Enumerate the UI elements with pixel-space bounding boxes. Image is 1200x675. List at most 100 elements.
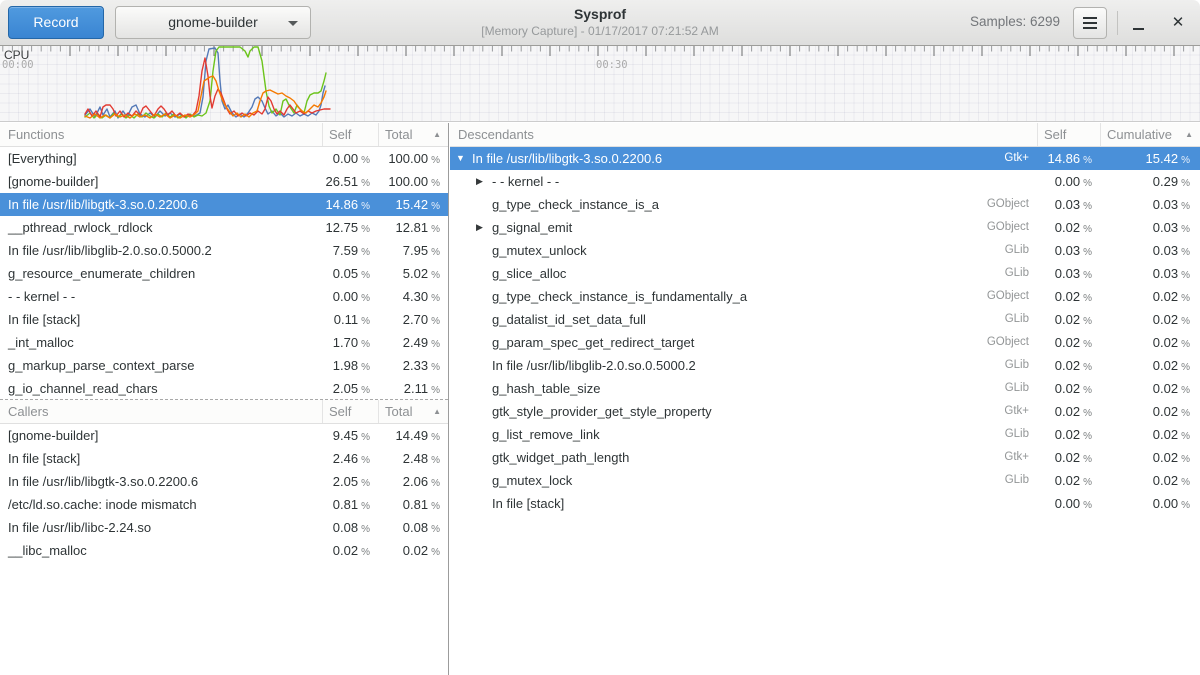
- cumulative-percent: 0.03%: [1100, 239, 1200, 262]
- self-percent: 0.11%: [322, 308, 378, 331]
- table-row[interactable]: ▼In file /usr/lib/libgtk-3.so.0.2200.6Gt…: [450, 147, 1200, 170]
- table-row[interactable]: g_mutex_unlockGLib 0.03% 0.03%: [450, 239, 1200, 262]
- function-name: ▶g_signal_emitGObject: [450, 216, 1037, 239]
- function-name: g_datalist_id_set_data_fullGLib: [450, 308, 1037, 331]
- self-percent: 0.03%: [1037, 239, 1100, 262]
- total-percent: 2.70%: [378, 308, 448, 331]
- descendants-table: ▼In file /usr/lib/libgtk-3.so.0.2200.6Gt…: [450, 147, 1200, 515]
- table-row[interactable]: g_type_check_instance_is_aGObject 0.03% …: [450, 193, 1200, 216]
- total-percent: 15.42%: [378, 193, 448, 216]
- table-row[interactable]: _int_malloc 1.70% 2.49%: [0, 331, 448, 354]
- descendants-cumulative-column-header[interactable]: Cumulative▲: [1100, 123, 1200, 146]
- total-percent: 7.95%: [378, 239, 448, 262]
- library-tag: GObject: [987, 193, 1029, 216]
- library-tag: GLib: [1005, 469, 1029, 492]
- table-row[interactable]: In file /usr/lib/libc-2.24.so 0.08% 0.08…: [0, 516, 448, 539]
- function-name: In file /usr/lib/libgtk-3.so.0.2200.6: [0, 470, 322, 493]
- expander-closed-icon[interactable]: ▶: [476, 170, 492, 193]
- table-row[interactable]: g_param_spec_get_redirect_targetGObject …: [450, 331, 1200, 354]
- function-name: - - kernel - -: [0, 285, 322, 308]
- function-name: In file /usr/lib/libglib-2.0.so.0.5000.2: [0, 239, 322, 262]
- table-row[interactable]: g_mutex_lockGLib 0.02% 0.02%: [450, 469, 1200, 492]
- table-row[interactable]: g_hash_table_sizeGLib 0.02% 0.02%: [450, 377, 1200, 400]
- self-percent: 0.02%: [1037, 308, 1100, 331]
- function-name: In file /usr/lib/libc-2.24.so: [0, 516, 322, 539]
- library-tag: GLib: [1005, 239, 1029, 262]
- table-row[interactable]: g_io_channel_read_chars 2.05% 2.11%: [0, 377, 448, 400]
- table-row[interactable]: __pthread_rwlock_rdlock 12.75% 12.81%: [0, 216, 448, 239]
- table-row[interactable]: gtk_style_provider_get_style_propertyGtk…: [450, 400, 1200, 423]
- self-percent: 0.02%: [1037, 331, 1100, 354]
- table-row[interactable]: In file /usr/lib/libglib-2.0.so.0.5000.2…: [450, 354, 1200, 377]
- table-row[interactable]: [gnome-builder] 26.51% 100.00%: [0, 170, 448, 193]
- total-percent: 2.49%: [378, 331, 448, 354]
- library-tag: GLib: [1005, 308, 1029, 331]
- total-percent: 2.48%: [378, 447, 448, 470]
- menu-button[interactable]: [1073, 7, 1107, 39]
- cumulative-percent: 0.02%: [1100, 400, 1200, 423]
- table-row[interactable]: ▶- - kernel - - 0.00% 0.29%: [450, 170, 1200, 193]
- table-row[interactable]: g_resource_enumerate_children 0.05% 5.02…: [0, 262, 448, 285]
- minimize-button[interactable]: [1124, 7, 1152, 39]
- table-row[interactable]: /etc/ld.so.cache: inode mismatch 0.81% 0…: [0, 493, 448, 516]
- table-row[interactable]: ▶g_signal_emitGObject 0.02% 0.03%: [450, 216, 1200, 239]
- cumulative-percent: 0.02%: [1100, 354, 1200, 377]
- total-percent: 5.02%: [378, 262, 448, 285]
- cpu-graph[interactable]: CPU 00:00 00:30: [0, 46, 1200, 122]
- table-row[interactable]: In file [stack] 0.11% 2.70%: [0, 308, 448, 331]
- function-name: In file [stack]: [0, 447, 322, 470]
- callers-table-header: Callers Self Total▲: [0, 400, 448, 424]
- table-row[interactable]: g_slice_allocGLib 0.03% 0.03%: [450, 262, 1200, 285]
- table-row[interactable]: __libc_malloc 0.02% 0.02%: [0, 539, 448, 562]
- self-percent: 0.02%: [1037, 377, 1100, 400]
- cumulative-percent: 0.00%: [1100, 492, 1200, 515]
- table-row[interactable]: [Everything] 0.00% 100.00%: [0, 147, 448, 170]
- self-percent: 2.05%: [322, 377, 378, 400]
- process-selector-dropdown[interactable]: gnome-builder: [115, 6, 311, 39]
- total-percent: 0.81%: [378, 493, 448, 516]
- library-tag: GObject: [987, 331, 1029, 354]
- close-button[interactable]: ✕: [1162, 7, 1194, 39]
- function-name: __libc_malloc: [0, 539, 322, 562]
- table-row[interactable]: g_type_check_instance_is_fundamentally_a…: [450, 285, 1200, 308]
- table-row[interactable]: g_markup_parse_context_parse 1.98% 2.33%: [0, 354, 448, 377]
- close-icon: ✕: [1172, 14, 1185, 31]
- table-row[interactable]: - - kernel - - 0.00% 4.30%: [0, 285, 448, 308]
- callers-column-header[interactable]: Callers: [0, 400, 322, 423]
- descendants-self-column-header[interactable]: Self: [1037, 123, 1100, 146]
- self-percent: 0.00%: [322, 147, 378, 170]
- chevron-down-icon: [288, 21, 298, 26]
- table-row[interactable]: In file /usr/lib/libgtk-3.so.0.2200.6 14…: [0, 193, 448, 216]
- self-percent: 0.02%: [1037, 285, 1100, 308]
- total-percent: 100.00%: [378, 170, 448, 193]
- self-percent: 14.86%: [1037, 147, 1100, 170]
- callers-self-column-header[interactable]: Self: [322, 400, 378, 423]
- library-tag: GLib: [1005, 377, 1029, 400]
- functions-column-header[interactable]: Functions: [0, 123, 322, 146]
- functions-self-column-header[interactable]: Self: [322, 123, 378, 146]
- expander-closed-icon[interactable]: ▶: [476, 216, 492, 239]
- function-name: g_mutex_lockGLib: [450, 469, 1037, 492]
- cumulative-percent: 0.02%: [1100, 446, 1200, 469]
- self-percent: 0.03%: [1037, 193, 1100, 216]
- library-tag: GObject: [987, 285, 1029, 308]
- total-percent: 0.02%: [378, 539, 448, 562]
- function-name: In file /usr/lib/libglib-2.0.so.0.5000.2…: [450, 354, 1037, 377]
- timeline-label-mid: 00:30: [596, 59, 628, 71]
- table-row[interactable]: gtk_widget_path_lengthGtk+ 0.02% 0.02%: [450, 446, 1200, 469]
- record-button[interactable]: Record: [8, 6, 104, 39]
- table-row[interactable]: In file /usr/lib/libglib-2.0.so.0.5000.2…: [0, 239, 448, 262]
- table-row[interactable]: g_list_remove_linkGLib 0.02% 0.02%: [450, 423, 1200, 446]
- callers-total-column-header[interactable]: Total▲: [378, 400, 448, 423]
- table-row[interactable]: In file [stack] 0.00% 0.00%: [450, 492, 1200, 515]
- table-row[interactable]: In file [stack] 2.46% 2.48%: [0, 447, 448, 470]
- total-percent: 0.08%: [378, 516, 448, 539]
- descendants-column-header[interactable]: Descendants: [450, 123, 1037, 146]
- table-row[interactable]: [gnome-builder] 9.45% 14.49%: [0, 424, 448, 447]
- functions-total-column-header[interactable]: Total▲: [378, 123, 448, 146]
- expander-open-icon[interactable]: ▼: [456, 147, 472, 170]
- table-row[interactable]: g_datalist_id_set_data_fullGLib 0.02% 0.…: [450, 308, 1200, 331]
- sysprof-window: Record gnome-builder Sysprof [Memory Cap…: [0, 0, 1200, 675]
- table-row[interactable]: In file /usr/lib/libgtk-3.so.0.2200.6 2.…: [0, 470, 448, 493]
- total-percent: 4.30%: [378, 285, 448, 308]
